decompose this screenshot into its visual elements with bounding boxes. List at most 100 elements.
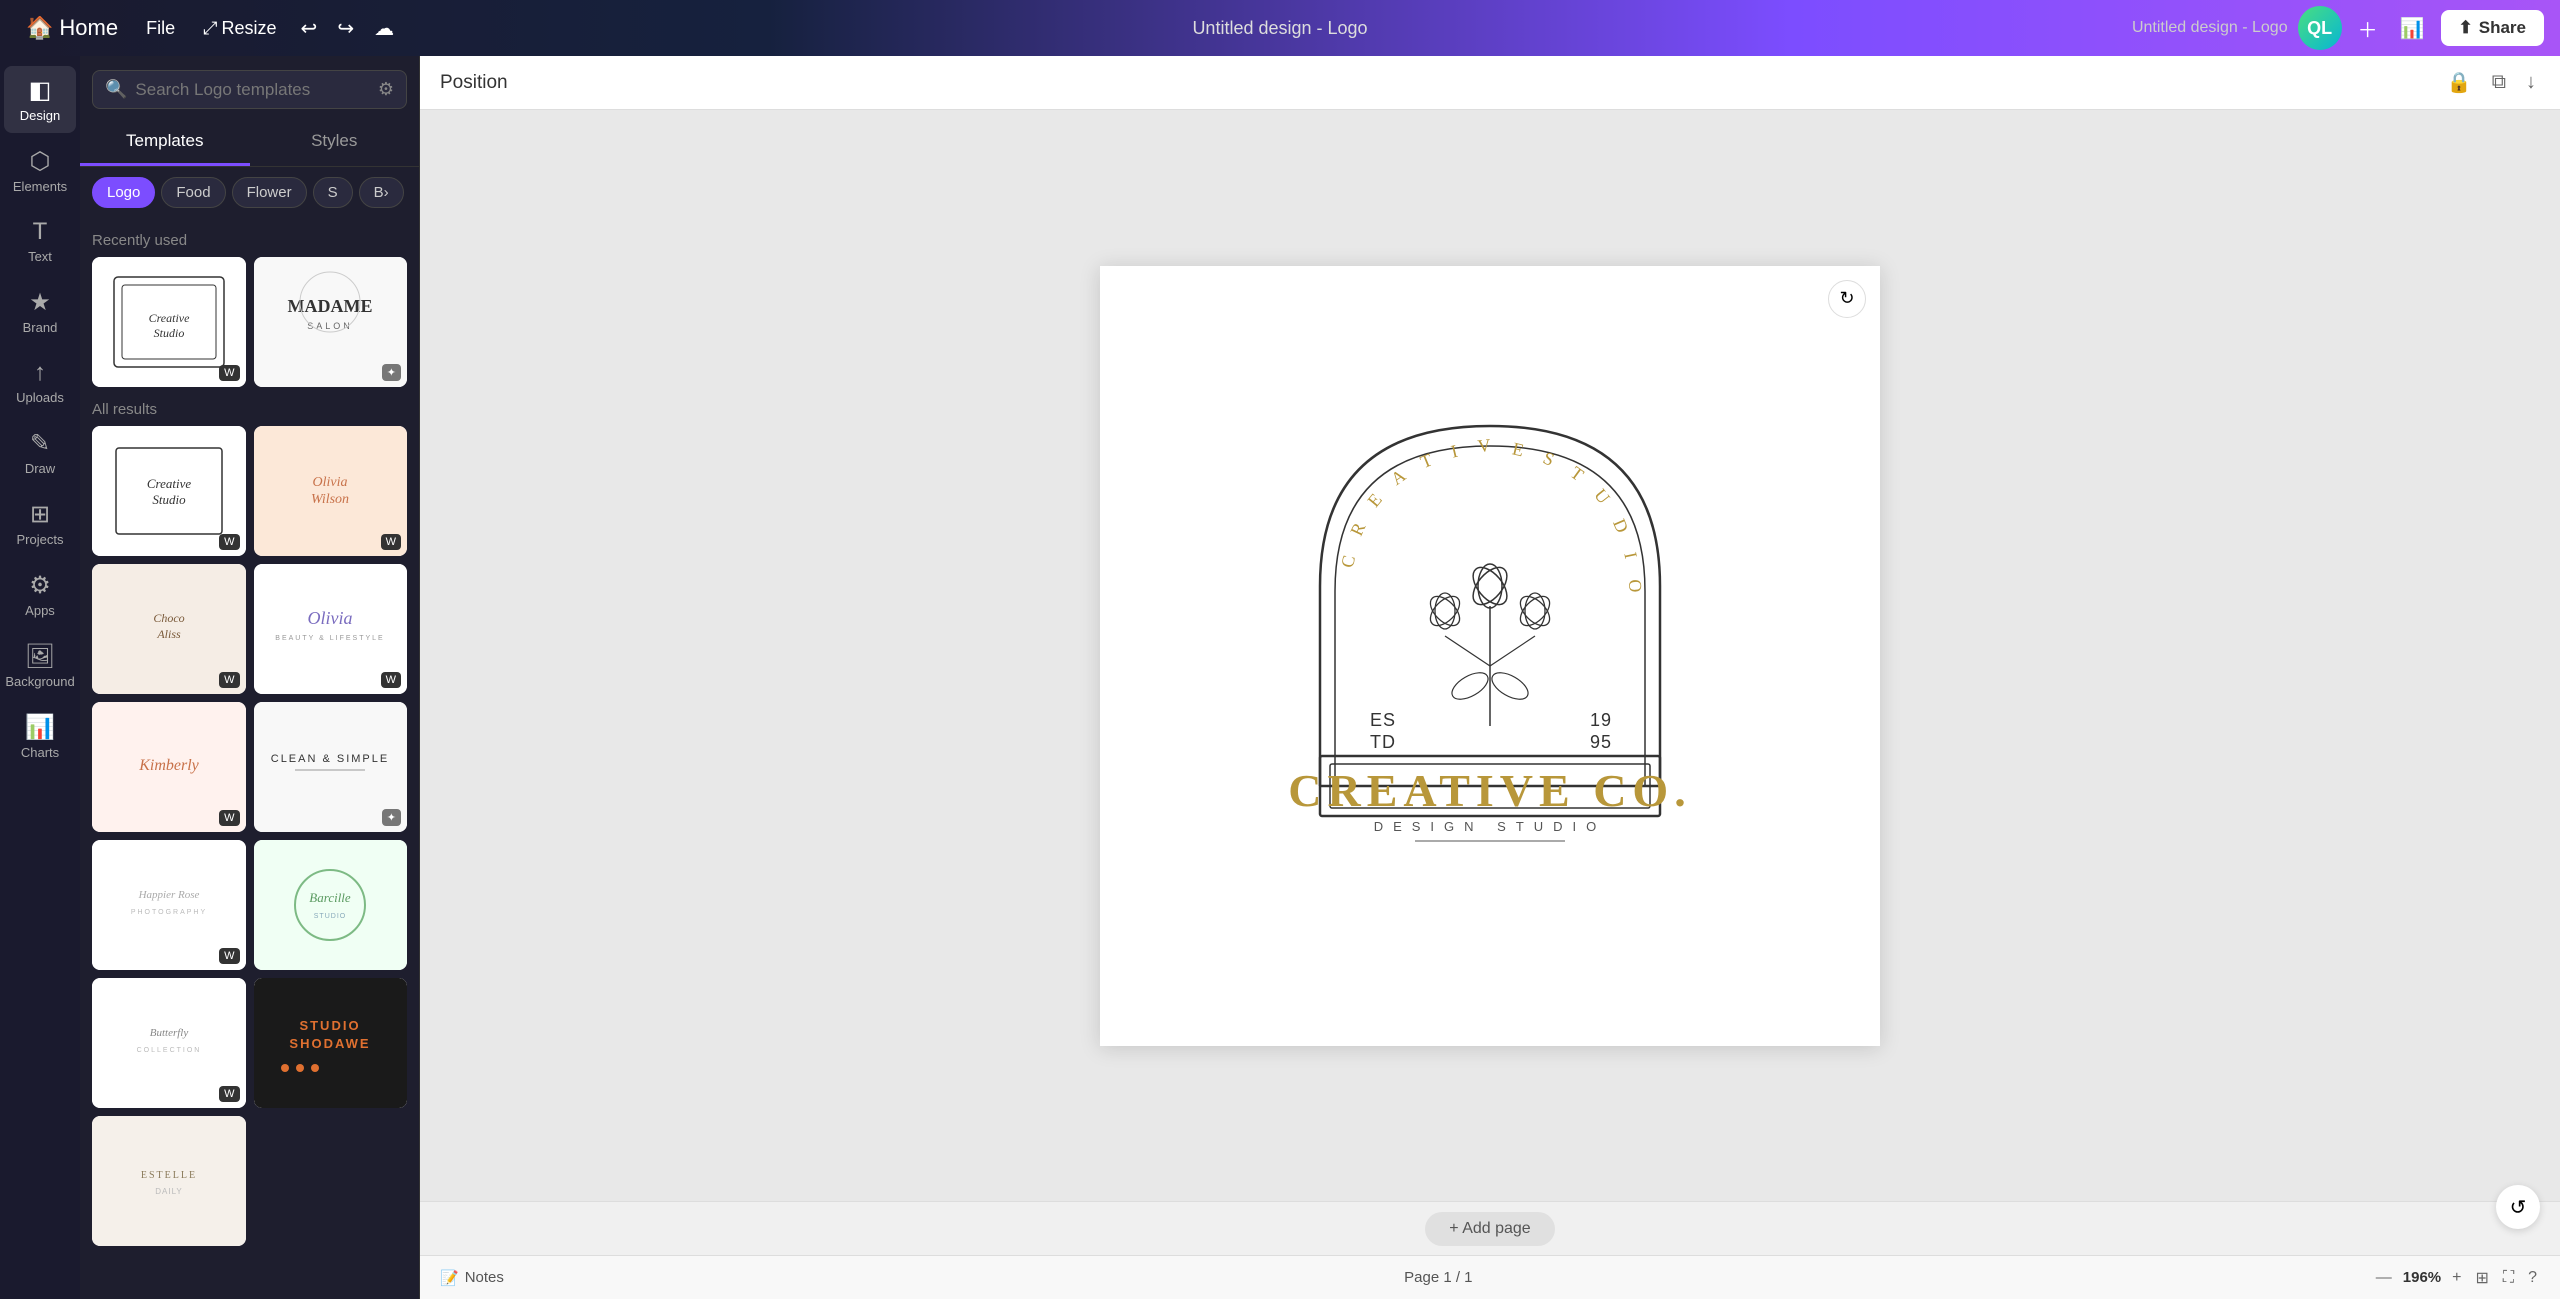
filter-icon[interactable]: ⚙ [378,79,394,100]
thumb-svg-11: ESTELLE DAILY [104,1126,234,1236]
lock-button[interactable]: 🔒 [2443,66,2476,99]
svg-text:SALON: SALON [307,321,353,331]
svg-text:Butterfly: Butterfly [150,1027,189,1039]
svg-text:Happier Rose: Happier Rose [137,889,199,901]
template-olivia-wilson[interactable]: Olivia Wilson W [254,426,408,556]
svg-text:TD: TD [1370,732,1396,752]
zoom-restore-button[interactable]: ↺ [2496,1185,2540,1229]
svg-text:Olivia: Olivia [313,475,348,490]
template-olivia-script[interactable]: Olivia BEAUTY & LIFESTYLE W [254,564,408,694]
chip-b[interactable]: B› [359,177,404,208]
file-button[interactable]: File [136,12,185,45]
sidebar-item-draw[interactable]: ✎ Draw [4,419,76,486]
sidebar-item-design[interactable]: ◧ Design [4,66,76,133]
thumb-svg-7: Happier Rose PHOTOGRAPHY [104,850,234,960]
search-bar: 🔍 ⚙ [92,70,407,109]
sidebar-item-elements[interactable]: ⬡ Elements [4,137,76,204]
pro-badge-8: W [219,948,239,964]
brand-icon: ★ [29,288,51,317]
canvas-toolbar-icons: 🔒 ⧉ ↓ [2443,66,2540,99]
thumb-svg-5: Kimberly [104,712,234,822]
chip-logo[interactable]: Logo [92,177,155,208]
svg-text:ES: ES [1370,710,1396,730]
template-happier-rose[interactable]: Happier Rose PHOTOGRAPHY W [92,840,246,970]
template-kimberly[interactable]: Kimberly W [92,702,246,832]
canvas-toolbar: Position 🔒 ⧉ ↓ [420,56,2560,110]
svg-text:ESTELLE: ESTELLE [141,1170,197,1181]
filter-chips: Logo Food Flower S B› [80,167,419,218]
template-choco[interactable]: Choco Aliss W [92,564,246,694]
help-button[interactable]: ? [2525,1266,2540,1290]
pro-badge-2: W [219,534,239,550]
sidebar-item-apps[interactable]: ⚙ Apps [4,561,76,628]
notes-button[interactable]: 📝 Notes [440,1269,504,1287]
template-estelle[interactable]: ESTELLE DAILY [92,1116,246,1246]
copy-style-button[interactable]: ⧉ [2488,66,2510,99]
apps-icon: ⚙ [29,571,51,600]
canvas-page[interactable]: ↻ [1100,266,1880,1046]
chip-flower[interactable]: Flower [232,177,307,208]
logo-design: C R E A T I V E S T U D I O [1100,266,1880,1046]
chip-s[interactable]: S [313,177,353,208]
background-icon: 🖼 [25,642,55,671]
chip-food[interactable]: Food [161,177,225,208]
svg-text:Studio: Studio [153,326,184,340]
save-status-button[interactable]: ☁ [368,10,400,47]
undo-button[interactable]: ↩ [295,10,324,47]
svg-text:95: 95 [1590,732,1612,752]
all-results-grid: Creative Studio W Olivia Wilson W [92,426,407,1246]
pro-badge-gray: ✦ [382,364,401,381]
sidebar-item-text[interactable]: T Text [4,208,76,274]
svg-text:SHODAWE: SHODAWE [290,1036,371,1051]
template-madame-recent[interactable]: MADAME SALON ✦ [254,257,408,387]
charts-icon: 📊 [25,713,55,742]
tab-styles[interactable]: Styles [250,119,420,166]
svg-text:CREATIVE CO.: CREATIVE CO. [1288,765,1691,816]
design-icon: ◧ [29,76,52,105]
sidebar-item-brand[interactable]: ★ Brand [4,278,76,345]
sidebar-item-uploads[interactable]: ↑ Uploads [4,349,76,415]
svg-text:CLEAN & SIMPLE: CLEAN & SIMPLE [271,753,389,765]
template-butterfly[interactable]: Butterfly COLLECTION W [92,978,246,1108]
zoom-out-button[interactable]: — [2373,1266,2395,1290]
present-button[interactable]: 📊 [2394,10,2431,47]
elements-icon: ⬡ [30,147,51,176]
template-barcille[interactable]: Barcille STUDIO [254,840,408,970]
share-icon: ⬆ [2459,18,2473,38]
logo-svg: C R E A T I V E S T U D I O [1260,366,1720,846]
tab-templates[interactable]: Templates [80,119,250,166]
sidebar-item-background[interactable]: 🖼 Background [4,632,76,699]
pro-badge-3: W [381,534,401,550]
sidebar-item-projects[interactable]: ⊞ Projects [4,490,76,557]
add-page-button[interactable]: + Add page [1425,1212,1554,1246]
creative-studio-thumb-svg: Creative Studio [104,267,234,377]
refresh-button[interactable]: ↻ [1828,280,1866,318]
panel-search-area: 🔍 ⚙ [80,56,419,119]
user-avatar[interactable]: QL [2298,6,2342,50]
svg-text:DESIGN STUDIO: DESIGN STUDIO [1374,819,1607,834]
home-button[interactable]: 🏠 Home [16,9,128,47]
template-studio-shodawe[interactable]: STUDIO SHODAWE [254,978,408,1108]
topbar: 🏠 Home File ⤢ Resize ↩ ↪ ☁ Untitled desi… [0,0,2560,56]
share-button[interactable]: ⬆ Share [2441,10,2545,46]
template-clean-simple[interactable]: CLEAN & SIMPLE ✦ [254,702,408,832]
pro-badge-5: W [381,672,401,688]
resize-button[interactable]: ⤢ Resize [193,12,286,45]
thumb-svg-3: Choco Aliss [104,574,234,684]
canvas-footer: 📝 Notes Page 1 / 1 — 196% + ⊞ ⛶ ? [420,1255,2560,1299]
template-creative-studio-recent[interactable]: Creative Studio W [92,257,246,387]
download-button[interactable]: ↓ [2522,66,2540,99]
home-icon: 🏠 [26,15,53,41]
thumb-svg-2: Olivia Wilson [265,436,395,546]
redo-button[interactable]: ↪ [331,10,360,47]
projects-icon: ⊞ [30,500,50,529]
add-collaborator-button[interactable]: ＋ [2352,8,2384,49]
panel-tabs: Templates Styles [80,119,419,167]
fullscreen-button[interactable]: ⛶ [2500,1266,2517,1290]
template-creative-studio-all[interactable]: Creative Studio W [92,426,246,556]
canvas-area: Position 🔒 ⧉ ↓ ↻ [420,56,2560,1299]
fit-page-button[interactable]: ⊞ [2472,1265,2491,1291]
search-input[interactable] [135,80,369,100]
zoom-in-button[interactable]: + [2449,1266,2464,1290]
sidebar-item-charts[interactable]: 📊 Charts [4,703,76,770]
